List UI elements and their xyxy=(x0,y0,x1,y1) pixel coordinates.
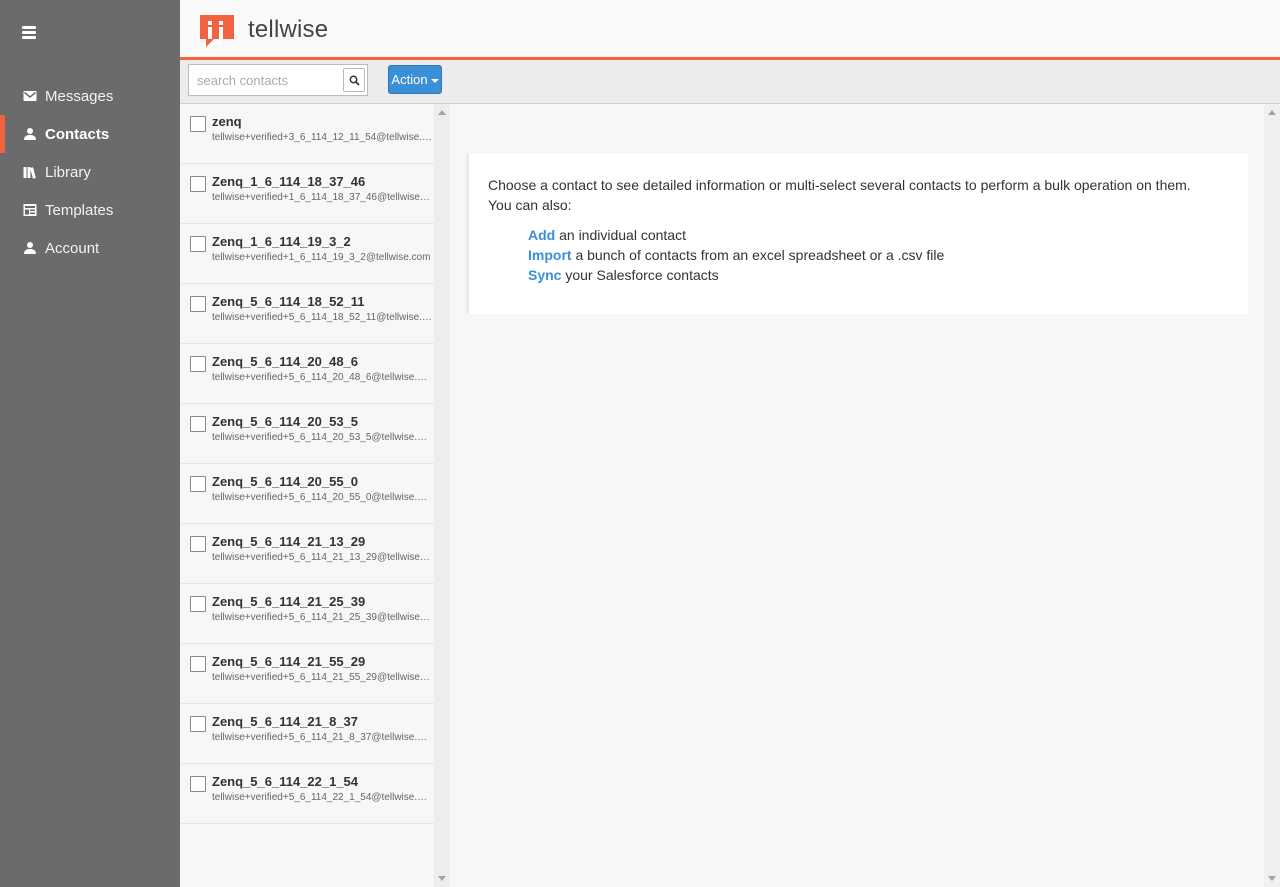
sidebar-item-templates[interactable]: Templates xyxy=(0,191,180,229)
sync-contacts-line: Sync your Salesforce contacts xyxy=(528,265,1248,285)
contact-checkbox[interactable] xyxy=(190,476,206,492)
list-item[interactable]: Zenq_5_6_114_21_55_29 tellwise+verified+… xyxy=(180,644,434,704)
main-scrollbar[interactable] xyxy=(1264,104,1280,887)
contact-email: tellwise+verified+3_6_114_12_11_54@tellw… xyxy=(212,132,432,143)
contact-list: zenq tellwise+verified+3_6_114_12_11_54@… xyxy=(180,104,434,887)
sidebar: Messages Contacts Library Templates Acco… xyxy=(0,0,180,887)
scroll-down-icon[interactable] xyxy=(1268,876,1276,881)
add-contact-text: an individual contact xyxy=(555,227,686,243)
sidebar-item-label: Templates xyxy=(45,201,114,219)
search-icon xyxy=(349,75,360,86)
contact-checkbox[interactable] xyxy=(190,236,206,252)
contact-checkbox[interactable] xyxy=(190,176,206,192)
contact-email: tellwise+verified+5_6_114_18_52_11@tellw… xyxy=(212,312,432,323)
list-item[interactable]: Zenq_5_6_114_22_1_54 tellwise+verified+5… xyxy=(180,764,434,824)
contact-email: tellwise+verified+1_6_114_19_3_2@tellwis… xyxy=(212,252,431,263)
sidebar-item-label: Account xyxy=(45,239,100,257)
contact-name: Zenq_5_6_114_21_8_37 xyxy=(212,714,359,729)
contact-name: Zenq_5_6_114_20_48_6 xyxy=(212,354,359,369)
list-item[interactable]: Zenq_5_6_114_20_53_5 tellwise+verified+5… xyxy=(180,404,434,464)
contact-checkbox[interactable] xyxy=(190,416,206,432)
list-item[interactable]: Zenq_5_6_114_21_13_29 tellwise+verified+… xyxy=(180,524,434,584)
info-actions: Add an individual contact Import a bunch… xyxy=(528,225,1248,285)
contact-name: Zenq_5_6_114_21_55_29 xyxy=(212,654,366,669)
search-input[interactable] xyxy=(189,65,343,95)
contact-checkbox[interactable] xyxy=(190,116,206,132)
contact-name: Zenq_1_6_114_18_37_46 xyxy=(212,174,366,189)
template-icon xyxy=(22,203,37,217)
logo[interactable]: tellwise xyxy=(197,12,328,50)
add-contact-line: Add an individual contact xyxy=(528,225,1248,245)
scroll-up-icon[interactable] xyxy=(1268,110,1276,115)
contact-email: tellwise+verified+5_6_114_20_48_6@tellwi… xyxy=(212,372,432,383)
import-contacts-text: a bunch of contacts from an excel spread… xyxy=(571,247,945,263)
list-item[interactable]: Zenq_1_6_114_18_37_46 tellwise+verified+… xyxy=(180,164,434,224)
sidebar-item-label: Library xyxy=(45,163,91,181)
contact-email: tellwise+verified+5_6_114_22_1_54@tellwi… xyxy=(212,792,432,803)
sidebar-item-library[interactable]: Library xyxy=(0,153,180,191)
sidebar-item-messages[interactable]: Messages xyxy=(0,77,180,115)
list-item[interactable]: Zenq_5_6_114_18_52_11 tellwise+verified+… xyxy=(180,284,434,344)
info-intro: Choose a contact to see detailed informa… xyxy=(488,177,1191,193)
contact-email: tellwise+verified+5_6_114_20_53_5@tellwi… xyxy=(212,432,432,443)
scroll-down-icon[interactable] xyxy=(438,876,446,881)
user-icon xyxy=(22,241,37,255)
contact-checkbox[interactable] xyxy=(190,716,206,732)
list-item[interactable]: Zenq_5_6_114_21_8_37 tellwise+verified+5… xyxy=(180,704,434,764)
app-header: tellwise xyxy=(180,0,1280,60)
info-also: You can also: xyxy=(488,197,572,213)
envelope-icon xyxy=(22,89,37,103)
contact-email: tellwise+verified+5_6_114_21_25_39@tellw… xyxy=(212,612,432,623)
tellwise-logo-icon xyxy=(200,15,234,47)
contact-list-scrollbar[interactable] xyxy=(434,104,450,887)
caret-down-icon xyxy=(430,78,439,83)
list-item[interactable]: zenq tellwise+verified+3_6_114_12_11_54@… xyxy=(180,104,434,164)
contact-checkbox[interactable] xyxy=(190,536,206,552)
sync-contacts-text: your Salesforce contacts xyxy=(561,267,719,283)
sidebar-item-contacts[interactable]: Contacts xyxy=(0,115,180,153)
contact-email: tellwise+verified+5_6_114_20_55_0@tellwi… xyxy=(212,492,432,503)
contact-name: Zenq_5_6_114_21_13_29 xyxy=(212,534,366,549)
action-dropdown-button[interactable]: Action xyxy=(388,65,442,94)
sidebar-nav: Messages Contacts Library Templates Acco… xyxy=(0,77,180,267)
contact-name: Zenq_5_6_114_21_25_39 xyxy=(212,594,366,609)
contact-email: tellwise+verified+1_6_114_18_37_46@tellw… xyxy=(212,192,432,203)
contact-checkbox[interactable] xyxy=(190,596,206,612)
search-box xyxy=(188,64,368,96)
search-button[interactable] xyxy=(343,68,365,92)
contact-name: Zenq_5_6_114_22_1_54 xyxy=(212,774,359,789)
scroll-up-icon[interactable] xyxy=(438,110,446,115)
brand-name: tellwise xyxy=(248,15,329,43)
user-icon xyxy=(22,127,37,141)
list-item[interactable]: Zenq_5_6_114_20_55_0 tellwise+verified+5… xyxy=(180,464,434,524)
contact-checkbox[interactable] xyxy=(190,356,206,372)
list-item[interactable]: Zenq_5_6_114_21_25_39 tellwise+verified+… xyxy=(180,584,434,644)
sync-contacts-link[interactable]: Sync xyxy=(528,267,561,283)
contact-email: tellwise+verified+5_6_114_21_13_29@tellw… xyxy=(212,552,432,563)
sidebar-item-account[interactable]: Account xyxy=(0,229,180,267)
contact-name: Zenq_5_6_114_20_55_0 xyxy=(212,474,359,489)
import-contacts-line: Import a bunch of contacts from an excel… xyxy=(528,245,1248,265)
contact-info-panel: Choose a contact to see detailed informa… xyxy=(466,154,1248,314)
contact-email: tellwise+verified+5_6_114_21_8_37@tellwi… xyxy=(212,732,432,743)
menu-icon[interactable] xyxy=(22,26,36,39)
contact-email: tellwise+verified+5_6_114_21_55_29@tellw… xyxy=(212,672,432,683)
contact-name: zenq xyxy=(212,114,242,129)
action-label: Action xyxy=(391,72,428,87)
contact-name: Zenq_1_6_114_19_3_2 xyxy=(212,234,351,249)
list-item[interactable]: Zenq_1_6_114_19_3_2 tellwise+verified+1_… xyxy=(180,224,434,284)
contact-checkbox[interactable] xyxy=(190,656,206,672)
contact-name: Zenq_5_6_114_18_52_11 xyxy=(212,294,365,309)
import-contacts-link[interactable]: Import xyxy=(528,247,572,263)
add-contact-link[interactable]: Add xyxy=(528,227,555,243)
books-icon xyxy=(22,165,37,179)
contact-name: Zenq_5_6_114_20_53_5 xyxy=(212,414,359,429)
contact-checkbox[interactable] xyxy=(190,776,206,792)
contact-checkbox[interactable] xyxy=(190,296,206,312)
sidebar-item-label: Messages xyxy=(45,87,114,105)
toolbar: Action xyxy=(180,60,1280,104)
list-item[interactable]: Zenq_5_6_114_20_48_6 tellwise+verified+5… xyxy=(180,344,434,404)
sidebar-item-label: Contacts xyxy=(45,125,110,143)
